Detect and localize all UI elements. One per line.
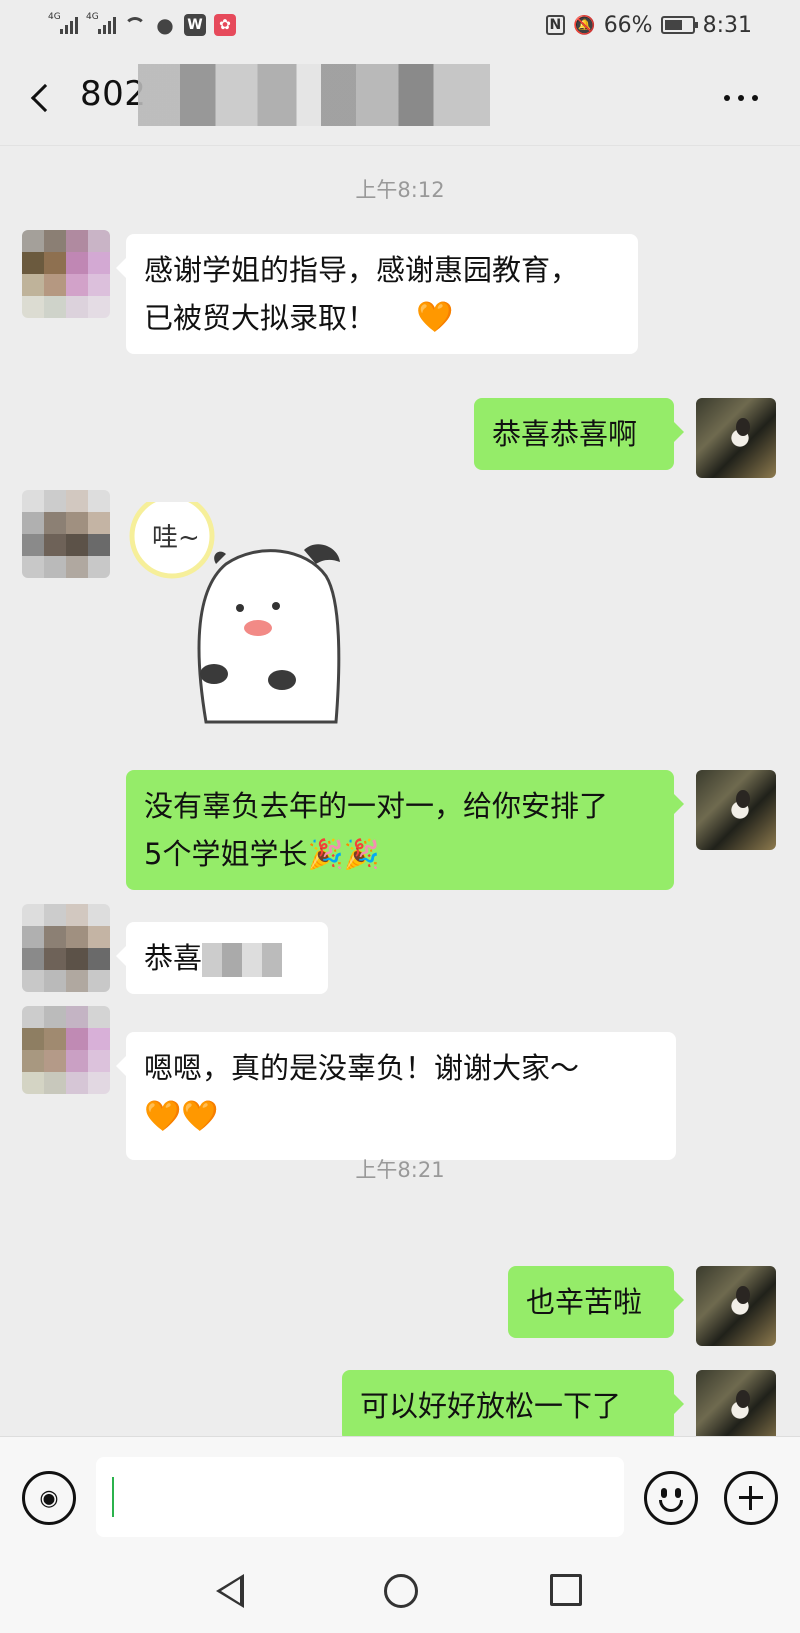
status-bar: 4G 4G ● W ✿ N 🔕 66% 8:31: [0, 0, 800, 50]
status-right: N 🔕 66% 8:31: [545, 12, 752, 38]
system-nav-bar: [0, 1552, 800, 1633]
message-bubble[interactable]: 没有辜负去年的一对一，给你安排了 5个学姐学长🎉🎉: [126, 770, 684, 890]
sticker-text: 哇~: [152, 523, 200, 553]
message-bubble[interactable]: 嗯嗯，真的是没辜负！谢谢大家～ 🧡🧡: [116, 1032, 676, 1160]
wechat-icon: ●: [156, 13, 174, 37]
voice-icon[interactable]: ◉: [22, 1471, 76, 1525]
signal-icon: 4G: [48, 12, 78, 34]
huawei-icon: ✿: [214, 14, 236, 36]
heart-emoji: 🧡🧡: [144, 1099, 219, 1134]
signal-icon: 4G: [86, 12, 116, 34]
avatar[interactable]: [696, 1266, 776, 1346]
chat-header: 802: [0, 50, 800, 146]
message-bubble[interactable]: 也辛苦啦: [508, 1266, 684, 1338]
mute-icon: 🔕: [573, 14, 596, 36]
nav-recent-icon[interactable]: [550, 1574, 582, 1606]
chevron-left-icon[interactable]: [26, 80, 60, 116]
nfc-icon: N: [545, 15, 566, 35]
message-text: 感谢学姐的指导，感谢惠园教育， 已被贸大拟录取！: [144, 253, 580, 335]
plus-icon[interactable]: [724, 1471, 778, 1525]
input-bar: ◉: [0, 1436, 800, 1552]
status-left: 4G 4G ● W ✿: [48, 12, 236, 37]
battery-percent: 66%: [603, 12, 653, 38]
message-text: 也辛苦啦: [526, 1285, 643, 1319]
message-text: 恭喜恭喜啊: [492, 417, 638, 451]
text-caret: [112, 1477, 114, 1517]
chat-title: 802: [80, 74, 147, 114]
battery-icon: [660, 16, 698, 34]
heart-emoji: 🧡: [416, 300, 454, 335]
message-bubble[interactable]: 感谢学姐的指导，感谢惠园教育， 已被贸大拟录取！ 🧡: [116, 234, 638, 354]
message-text: 可以好好放松一下了: [360, 1389, 622, 1423]
more-dots-icon[interactable]: [724, 88, 764, 108]
redacted-title: [138, 64, 490, 126]
clock: 8:31: [702, 12, 752, 38]
message-bubble[interactable]: 恭喜: [116, 922, 328, 994]
network-type: 4G: [86, 12, 99, 22]
timestamp: 上午8:12: [355, 178, 445, 202]
emoji-icon[interactable]: [644, 1471, 698, 1525]
network-type: 4G: [48, 12, 61, 22]
message-input[interactable]: [96, 1457, 624, 1537]
wifi-icon: [124, 17, 146, 33]
battery-fill: [664, 20, 682, 30]
message-text: 嗯嗯，真的是没辜负！谢谢大家～: [144, 1051, 580, 1085]
timestamp: 上午8:21: [355, 1158, 445, 1182]
avatar[interactable]: [22, 904, 110, 992]
message-text: 恭喜: [144, 941, 203, 975]
avatar[interactable]: [22, 1006, 110, 1094]
avatar[interactable]: [696, 770, 776, 850]
wps-icon: W: [184, 14, 206, 36]
avatar[interactable]: [696, 398, 776, 478]
avatar[interactable]: [22, 490, 110, 578]
nav-home-icon[interactable]: [384, 1574, 418, 1608]
message-bubble[interactable]: 可以好好放松一下了: [342, 1370, 684, 1436]
avatar[interactable]: [696, 1370, 776, 1436]
redacted-text: [202, 943, 283, 977]
sticker-image[interactable]: 哇~: [126, 502, 366, 742]
nav-back-icon[interactable]: [216, 1574, 244, 1608]
message-text: 没有辜负去年的一对一，给你安排了 5个学姐学长🎉🎉: [144, 789, 609, 871]
message-list[interactable]: 上午8:12 感谢学姐的指导，感谢惠园教育， 已被贸大拟录取！ 🧡 恭喜恭喜啊 …: [0, 146, 800, 1436]
message-bubble[interactable]: 恭喜恭喜啊: [474, 398, 684, 470]
avatar[interactable]: [22, 230, 110, 318]
